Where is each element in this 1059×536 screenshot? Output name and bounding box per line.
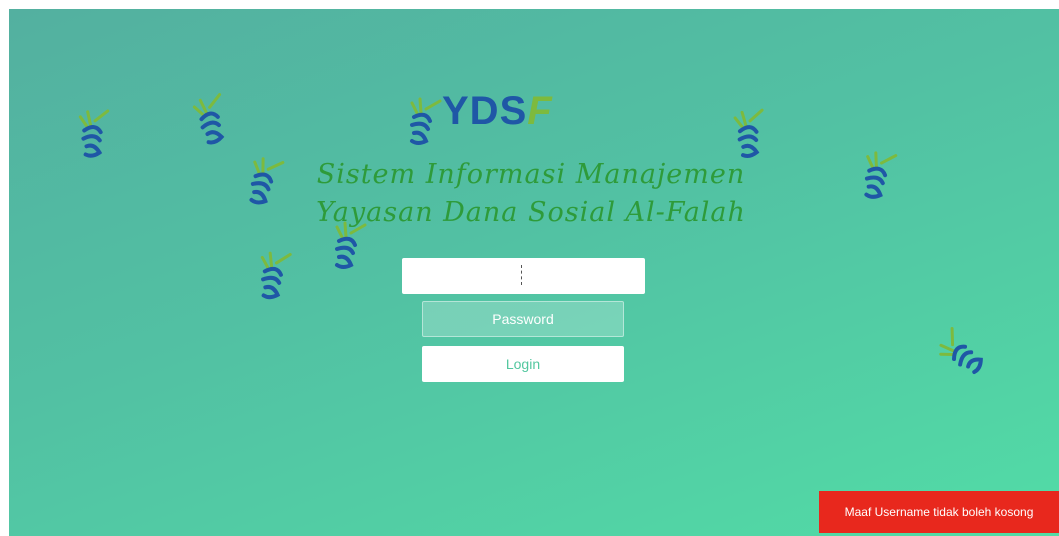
ydsf-leaf-icon xyxy=(254,250,296,303)
ydsf-leaf-icon xyxy=(72,106,119,163)
app-title-line-2: Yayasan Dana Sosial Al-Falah xyxy=(316,197,746,228)
ydsf-leaf-icon xyxy=(726,105,776,164)
ydsf-leaf-icon xyxy=(404,97,444,147)
login-button[interactable]: Login xyxy=(422,346,624,382)
text-cursor xyxy=(521,265,522,285)
error-toast: Maaf Username tidak boleh kosong xyxy=(819,491,1059,533)
login-page-background: YDSF Sistem Informasi Manajemen Yayasan … xyxy=(9,9,1059,536)
password-input[interactable] xyxy=(422,301,624,337)
ydsf-leaf-icon xyxy=(932,323,997,383)
ydsf-leaf-icon xyxy=(329,221,369,273)
username-input[interactable] xyxy=(402,258,645,294)
brand-wordmark: YDSF xyxy=(442,89,553,133)
ydsf-leaf-icon xyxy=(185,89,242,152)
app-title-line-1: Sistem Informasi Manajemen xyxy=(316,159,746,190)
brand-logo: YDSF xyxy=(404,91,574,151)
